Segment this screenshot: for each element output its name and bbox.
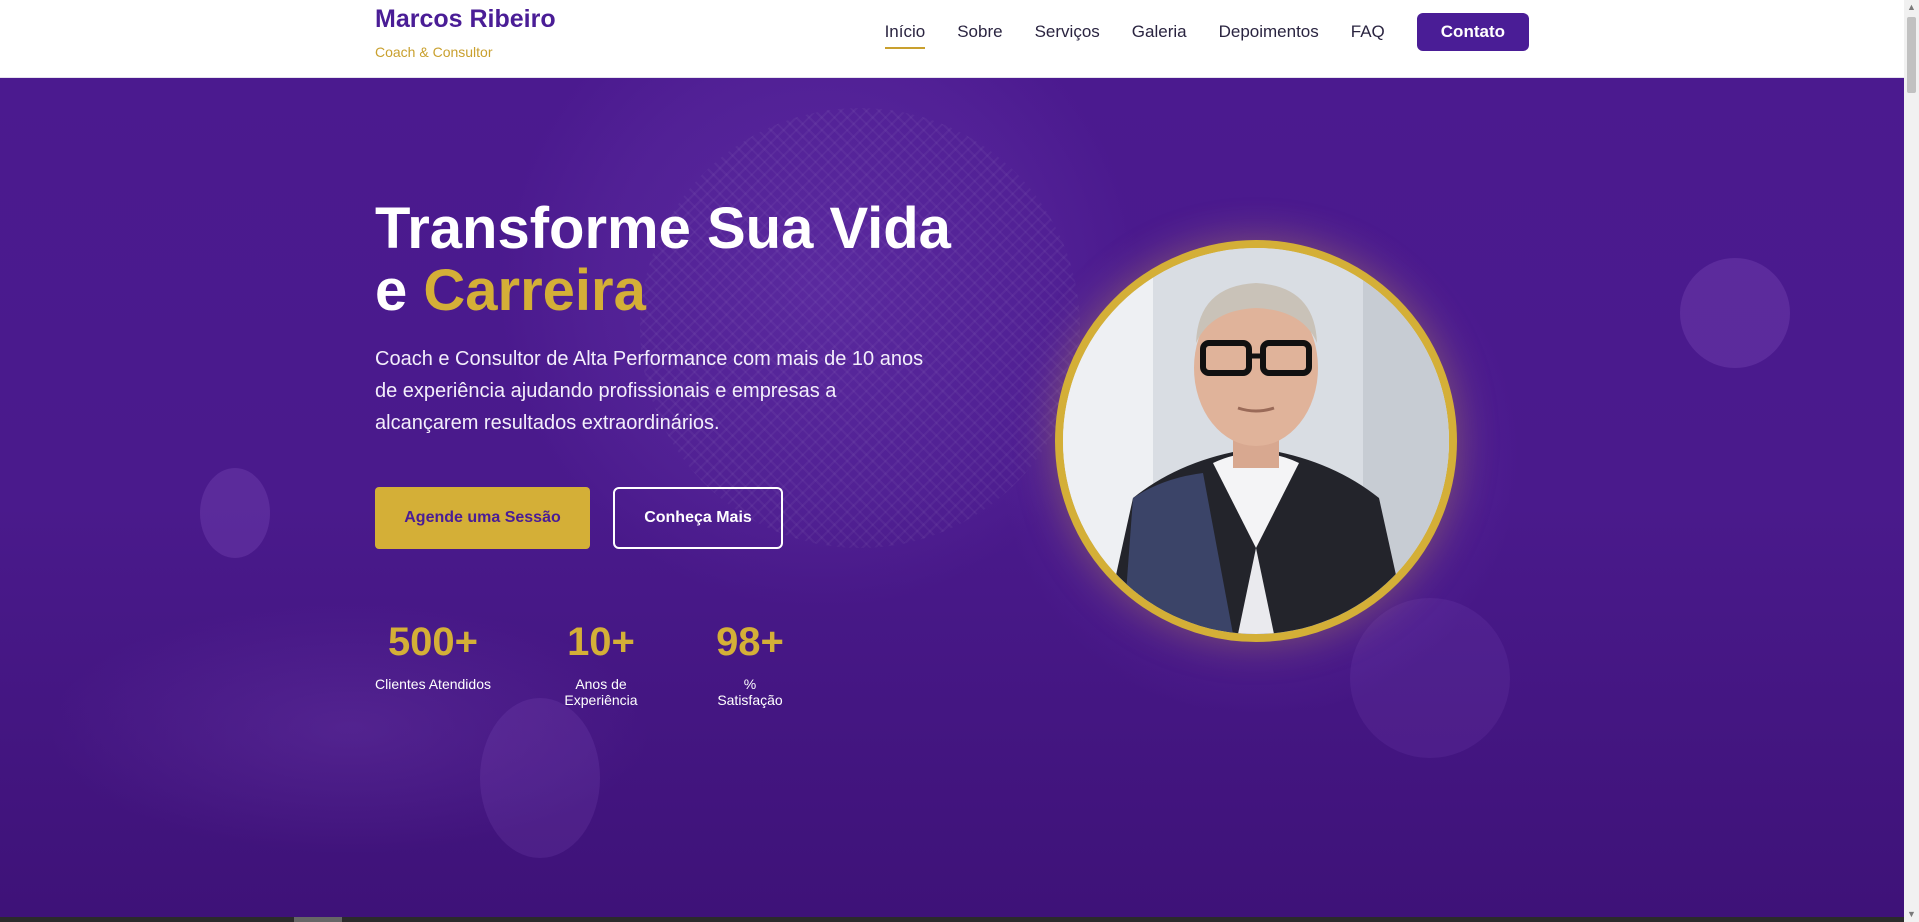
stat-experience: 10+ Anos de Experiência: [538, 618, 664, 708]
stat-value: 98+: [716, 620, 784, 664]
hero-description: Coach e Consultor de Alta Performance co…: [375, 348, 924, 434]
portrait-photo: [1055, 240, 1457, 642]
scroll-thumb[interactable]: [1907, 17, 1916, 93]
nav-item-sobre[interactable]: Sobre: [957, 13, 1002, 51]
stat-value: 10+: [567, 620, 635, 664]
hero-title-accent: Carreira: [423, 258, 646, 323]
page-scrollbar[interactable]: ▲ ▼: [1904, 0, 1919, 922]
contact-button[interactable]: Contato: [1416, 13, 1529, 51]
main-nav: Início Sobre Serviços Galeria Depoimento…: [884, 13, 1529, 51]
bokeh-light: [1680, 258, 1790, 368]
stat-clients: 500+ Clientes Atendidos: [375, 618, 491, 692]
microphone-background: [640, 108, 1080, 548]
stat-label: % Satisfação: [717, 676, 783, 708]
brand-name[interactable]: Marcos Ribeiro: [375, 4, 556, 34]
nav-item-galeria[interactable]: Galeria: [1132, 13, 1187, 51]
hero-title: Transforme Sua Vida e Carreira: [375, 198, 995, 322]
hero-title-line1: Transforme Sua Vida: [375, 196, 951, 261]
arrow-down-icon[interactable]: ▼: [1904, 907, 1919, 922]
schedule-session-button[interactable]: Agende uma Sessão: [375, 487, 590, 549]
hero-section: Transforme Sua Vida e Carreira Coach e C…: [0, 78, 1904, 922]
nav-item-depoimentos[interactable]: Depoimentos: [1219, 13, 1319, 51]
person-photo-icon: [1063, 248, 1449, 634]
arrow-up-icon[interactable]: ▲: [1904, 0, 1919, 15]
stat-label: Anos de Experiência: [564, 676, 638, 708]
learn-more-button[interactable]: Conheça Mais: [613, 487, 783, 549]
site-header: Marcos Ribeiro Coach & Consultor Início …: [0, 0, 1904, 78]
bottom-bar-segment: [294, 917, 342, 922]
hero-title-prefix: e: [375, 258, 424, 323]
stat-satisfaction: 98+ % Satisfação: [710, 618, 790, 708]
brand-subtitle: Coach & Consultor: [375, 44, 493, 60]
bokeh-light: [480, 698, 600, 858]
bokeh-light: [1350, 598, 1510, 758]
stat-label: Clientes Atendidos: [375, 676, 491, 692]
brand[interactable]: Marcos Ribeiro Coach & Consultor: [375, 4, 556, 60]
nav-item-servicos[interactable]: Serviços: [1035, 13, 1100, 51]
nav-item-inicio[interactable]: Início: [884, 13, 925, 51]
bottom-bar: [0, 917, 1904, 922]
bokeh-light: [200, 468, 270, 558]
nav-item-faq[interactable]: FAQ: [1351, 13, 1385, 51]
stat-value: 500+: [387, 620, 479, 664]
